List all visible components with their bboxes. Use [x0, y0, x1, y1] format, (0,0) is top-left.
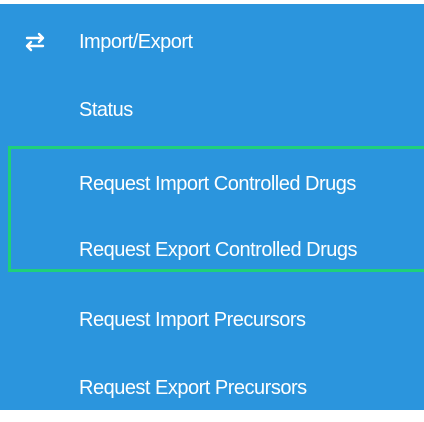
controlled-drugs-highlight [8, 146, 424, 272]
menu-header-import-export[interactable]: Import/Export [0, 8, 424, 76]
menu-item-request-export-precursors[interactable]: Request Export Precursors [0, 354, 424, 422]
menu-item-label: Request Export Precursors [79, 376, 307, 399]
menu-item-label: Request Import Precursors [79, 308, 306, 331]
menu-header-label: Import/Export [79, 30, 193, 53]
menu-item-request-import-precursors[interactable]: Request Import Precursors [0, 286, 424, 354]
menu-item-label: Status [79, 98, 133, 121]
exchange-arrows-icon [24, 32, 46, 52]
menu-item-status[interactable]: Status [0, 76, 424, 144]
